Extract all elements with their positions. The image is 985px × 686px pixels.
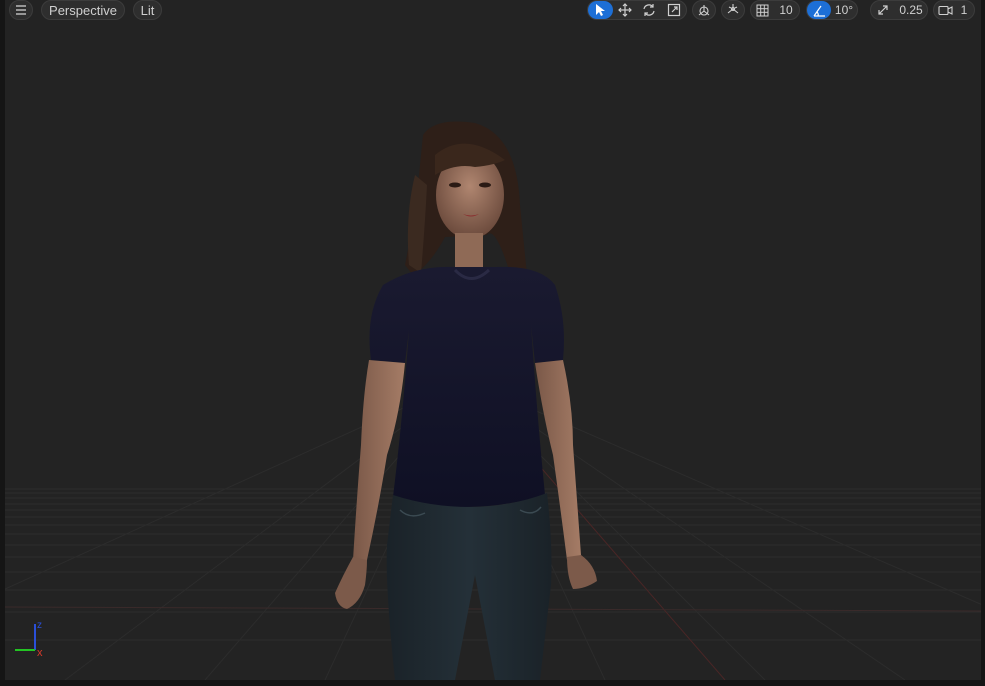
viewport-frame-left <box>0 0 5 686</box>
camera-icon <box>934 1 956 19</box>
viewport-frame-right <box>981 0 985 686</box>
move-icon <box>617 3 632 17</box>
hamburger-icon <box>10 1 32 19</box>
scale-icon <box>667 3 680 17</box>
lighting-mode-label: Lit <box>140 2 155 18</box>
globe-axes-icon <box>693 1 715 19</box>
angle-icon <box>813 5 825 17</box>
scale-snap-toggle[interactable] <box>871 1 895 19</box>
surface-snap-icon <box>722 1 744 19</box>
rotate-icon <box>643 4 655 16</box>
rotate-tool-button[interactable] <box>637 1 662 19</box>
rotation-snap-value[interactable]: 10° <box>831 1 857 19</box>
scale-snap-value[interactable]: 0.25 <box>895 1 927 19</box>
camera-speed-button[interactable]: 1 <box>933 0 975 20</box>
lighting-mode-button[interactable]: Lit <box>133 0 162 20</box>
grid-snap-value[interactable]: 10 <box>773 1 799 19</box>
grid-icon <box>756 4 768 16</box>
select-tool-button[interactable] <box>588 1 613 19</box>
rotation-snap-group: 10° <box>806 0 858 20</box>
level-viewport[interactable]: z x <box>5 0 981 680</box>
scale-snap-icon <box>878 5 888 15</box>
viewport-menu-button[interactable] <box>9 0 33 20</box>
coordinate-system-button[interactable] <box>692 0 716 20</box>
translate-tool-button[interactable] <box>613 1 638 19</box>
grid-snap-group: 10 <box>750 0 800 20</box>
axis-x-label: x <box>37 647 43 658</box>
axis-z-label: z <box>37 620 42 631</box>
cursor-icon <box>596 4 606 16</box>
scale-snap-group: 0.25 <box>870 0 928 20</box>
rotation-snap-toggle[interactable] <box>807 1 831 19</box>
view-mode-button[interactable]: Perspective <box>41 0 125 20</box>
viewport-frame-bottom <box>0 680 985 686</box>
axis-gizmo: z x <box>13 618 53 663</box>
character-mannequin[interactable] <box>305 115 605 680</box>
surface-snap-button[interactable] <box>721 0 745 20</box>
scale-tool-button[interactable] <box>662 1 687 19</box>
view-mode-label: Perspective <box>49 2 117 18</box>
camera-speed-value: 1 <box>960 3 968 17</box>
transform-tools-group <box>587 0 687 20</box>
grid-snap-toggle[interactable] <box>751 1 773 19</box>
